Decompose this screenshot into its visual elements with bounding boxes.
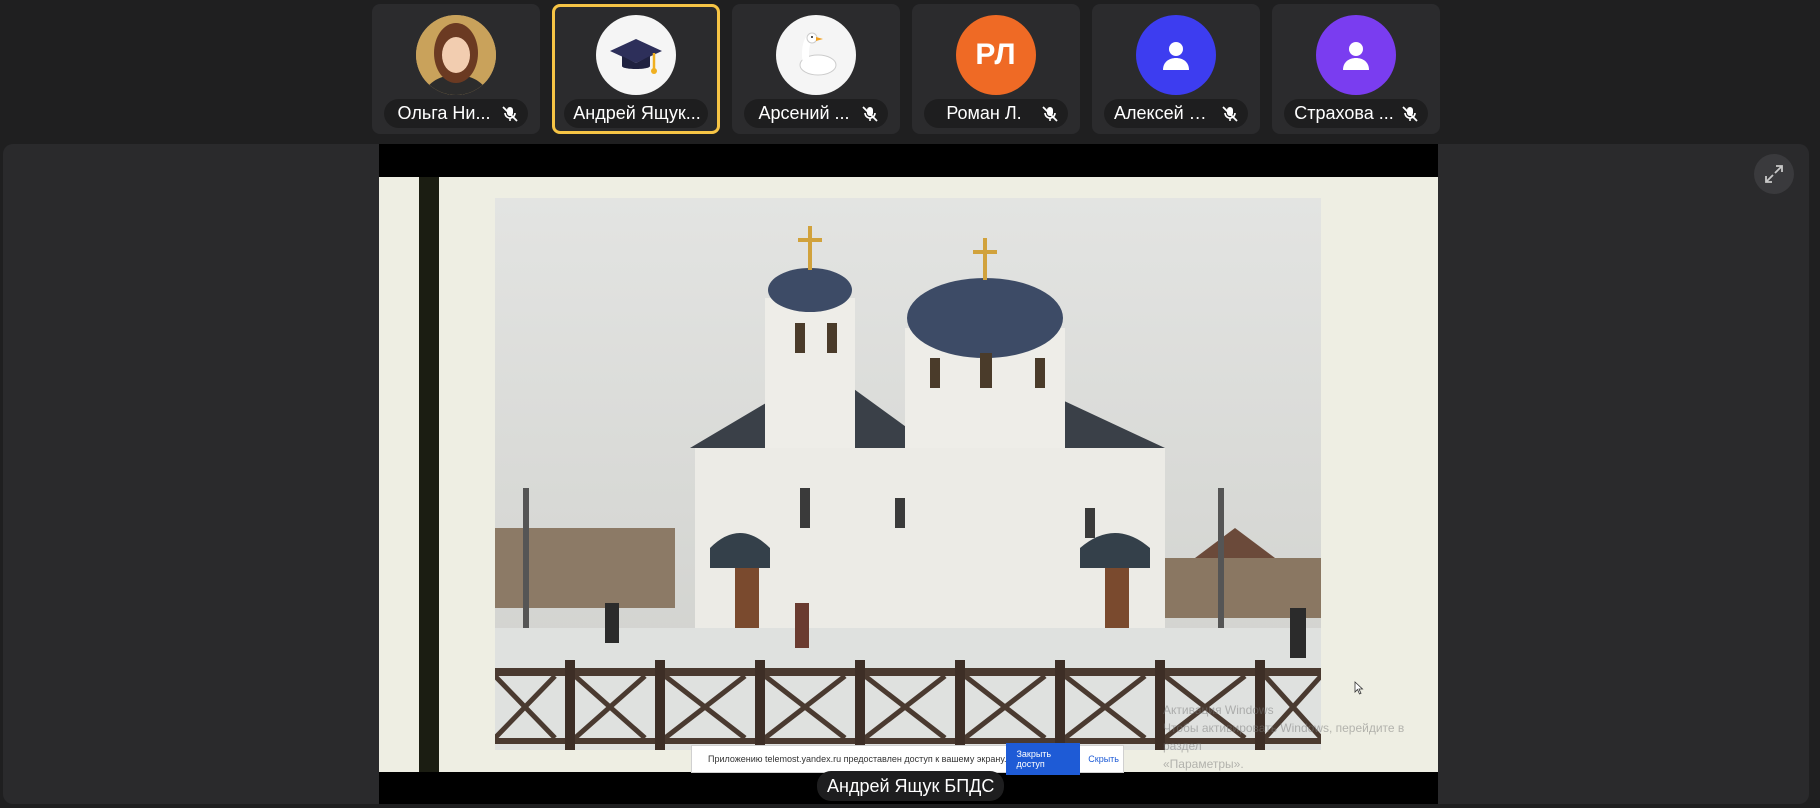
- expand-icon: [1765, 165, 1783, 183]
- screen-share-notification: Приложению telemost.yandex.ru предоставл…: [691, 743, 1124, 775]
- participant-name: Страхова ...: [1294, 103, 1394, 123]
- goose-icon: [799, 32, 837, 76]
- avatar: РЛ: [956, 15, 1036, 95]
- avatar: [1316, 15, 1396, 95]
- church-photo: [495, 198, 1321, 750]
- avatar: [416, 15, 496, 95]
- participant-name: Андрей Ящук...: [573, 103, 701, 123]
- person-icon: [1163, 42, 1189, 70]
- participant-name: Ольга Ни...: [397, 103, 491, 123]
- watermark-line1: Активация Windows: [1163, 703, 1274, 717]
- participant-name-pill: Страхова ...: [1284, 99, 1428, 128]
- participant-name-pill: Алексей Ф...: [1104, 99, 1248, 128]
- stop-sharing-button[interactable]: Закрыть доступ: [1006, 743, 1081, 775]
- participant-name: Алексей Ф...: [1114, 103, 1214, 123]
- participant-name-pill: Арсений ...: [744, 99, 888, 128]
- mic-off-icon: [1402, 105, 1418, 122]
- participant-tile-olga[interactable]: Ольга Ни...: [372, 4, 540, 134]
- participant-name: Арсений ...: [758, 103, 850, 123]
- avatar-initials: РЛ: [975, 38, 1017, 71]
- participant-tile-andrey[interactable]: Андрей Ящук...: [552, 4, 720, 134]
- mic-off-icon: [502, 105, 518, 122]
- presenter-name-label: Андрей Ящук БПДС: [817, 771, 1005, 801]
- notification-text: Приложению telemost.yandex.ru предоставл…: [708, 754, 1007, 764]
- avatar: [1136, 15, 1216, 95]
- participant-name-pill: Роман Л.: [924, 99, 1068, 128]
- windows-activation-watermark: Активация Windows Чтобы активировать Win…: [1163, 701, 1438, 773]
- graduation-cap-icon: [610, 39, 662, 74]
- avatar: [776, 15, 856, 95]
- presentation-slide: Активация Windows Чтобы активировать Win…: [379, 177, 1438, 772]
- mic-off-icon: [862, 105, 878, 122]
- participant-tile-roman[interactable]: РЛ Роман Л.: [912, 4, 1080, 134]
- screen-share-view: Активация Windows Чтобы активировать Win…: [379, 144, 1438, 804]
- mouse-cursor-icon: [1354, 681, 1364, 695]
- participant-tile-strakhova[interactable]: Страхова ...: [1272, 4, 1440, 134]
- main-stage: Активация Windows Чтобы активировать Win…: [3, 144, 1809, 804]
- person-icon: [1343, 42, 1369, 70]
- hide-notification-link[interactable]: Скрыть: [1088, 754, 1119, 764]
- avatar: [596, 15, 676, 95]
- participant-name: Роман Л.: [946, 103, 1022, 123]
- participant-name-pill: Ольга Ни...: [384, 99, 528, 128]
- slide-accent-bar: [419, 177, 439, 772]
- watermark-line3: «Параметры».: [1163, 757, 1244, 771]
- participant-tile-aleksey[interactable]: Алексей Ф...: [1092, 4, 1260, 134]
- watermark-line2: Чтобы активировать Windows, перейдите в …: [1163, 721, 1405, 753]
- participant-name-pill: Андрей Ящук...: [564, 99, 708, 128]
- participant-tile-arseniy[interactable]: Арсений ...: [732, 4, 900, 134]
- fullscreen-button[interactable]: [1754, 154, 1794, 194]
- mic-off-icon: [1222, 105, 1238, 122]
- mic-off-icon: [1042, 105, 1058, 122]
